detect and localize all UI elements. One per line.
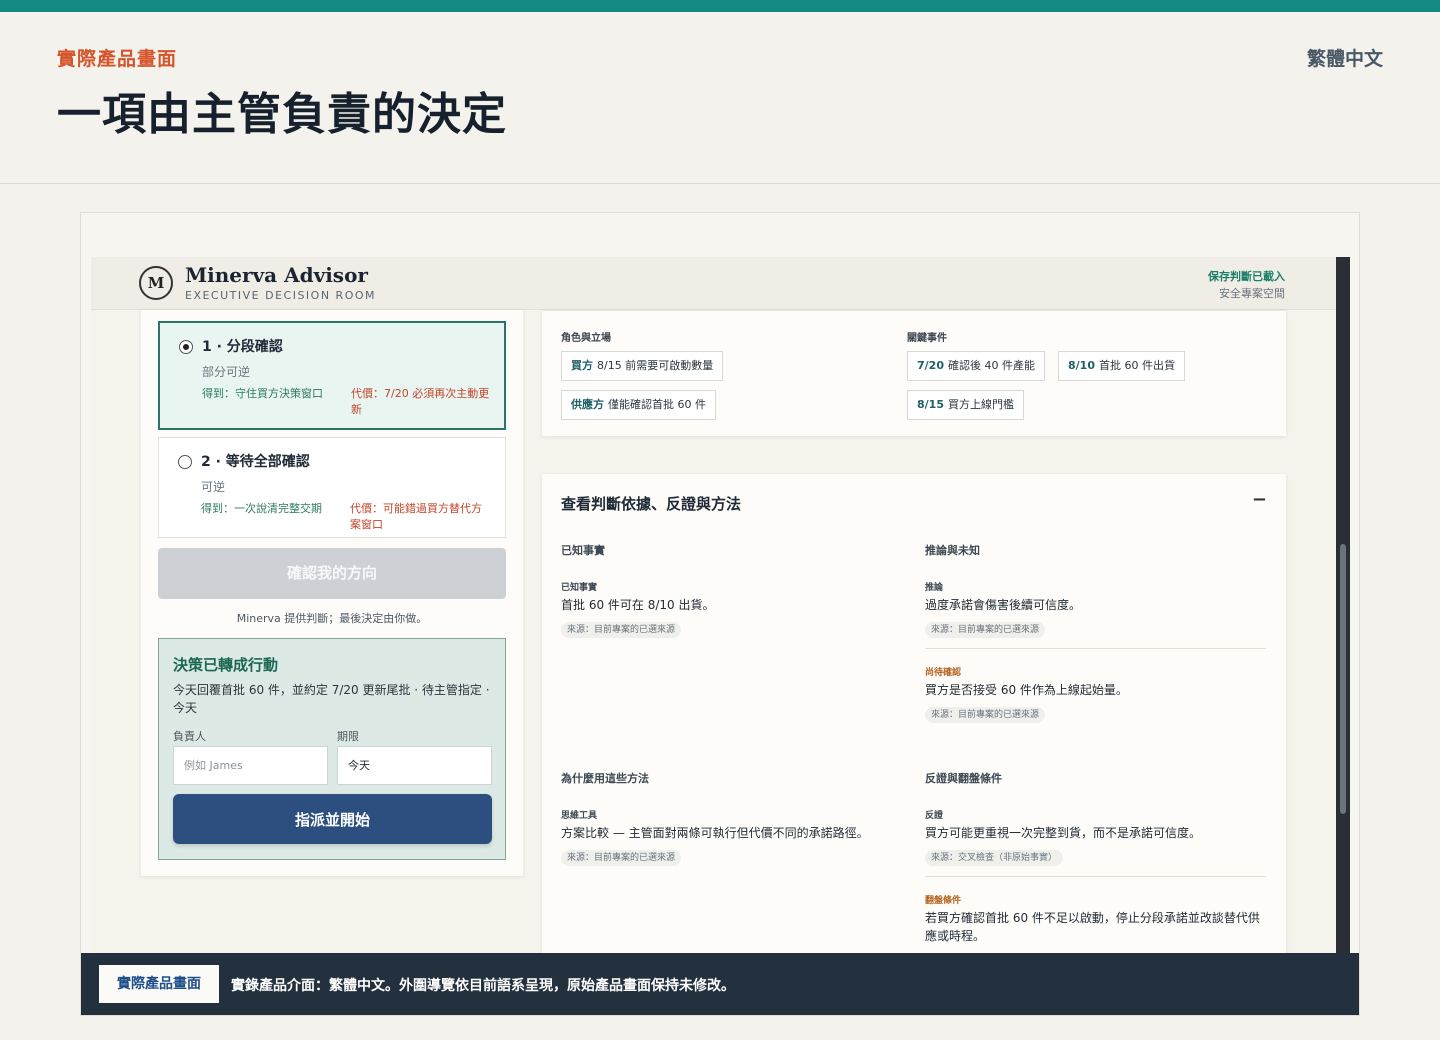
option-gain: 得到：守住買方決策窗口 xyxy=(202,387,323,400)
minerva-logo-icon: M xyxy=(139,266,173,300)
counter-text: 買方可能更重視一次完整到貨，而不是承諾可信度。 xyxy=(925,826,1202,840)
workspace-status: 安全專案空間 xyxy=(1219,287,1285,300)
item-divider xyxy=(925,648,1266,649)
app-header: M Minerva Advisor EXECUTIVE DECISION ROO… xyxy=(91,257,1337,310)
assign-start-button[interactable]: 指派並開始 xyxy=(173,794,492,844)
top-accent-bar xyxy=(0,0,1440,12)
scrollbar-thumb[interactable] xyxy=(1340,544,1346,814)
chip-date: 7/20 xyxy=(917,359,944,372)
brand-subtitle: EXECUTIVE DECISION ROOM xyxy=(185,289,377,302)
event-chip: 7/20 確認後 40 件產能 xyxy=(907,351,1045,381)
evidence-title[interactable]: 查看判斷依據、反證與方法 xyxy=(561,493,741,514)
decision-panel: 1 · 分段確認 部分可逆 得到：守住買方決策窗口 代價：7/20 必須再次主動… xyxy=(141,310,523,876)
chip-text: 僅能確認首批 60 件 xyxy=(608,398,706,411)
scrollbar[interactable] xyxy=(1336,257,1350,967)
option-card-staged[interactable]: 1 · 分段確認 部分可逆 得到：守住買方決策窗口 代價：7/20 必須再次主動… xyxy=(158,321,506,430)
option-title: 1 · 分段確認 xyxy=(202,339,283,355)
option-title: 2 · 等待全部確認 xyxy=(201,454,310,470)
source-badge: 來源：目前專案的已選來源 xyxy=(561,622,682,638)
source-badge: 來源：目前專案的已選來源 xyxy=(925,707,1046,723)
source-badge: 來源：交叉檢查（非原始事實） xyxy=(925,850,1064,866)
flip-condition-text: 若買方確認首批 60 件不足以啟動，停止分段承諾並改談替代供應或時程。 xyxy=(925,911,1260,943)
known-section-label: 已知事實 xyxy=(561,544,605,557)
pending-text: 買方是否接受 60 件作為上線起始量。 xyxy=(925,683,1128,697)
deadline-input[interactable]: 今天 xyxy=(337,746,492,785)
item-tag: 尚待確認 xyxy=(925,668,962,678)
chip-text: 首批 60 件出貨 xyxy=(1098,359,1175,372)
chip-date: 8/10 xyxy=(1068,359,1095,372)
context-card: 角色與立場 關鍵事件 買方 8/15 前需要可啟動數量 供應方 僅能確認首批 60 … xyxy=(542,310,1286,436)
chip-date: 8/15 xyxy=(917,398,944,411)
inference-text: 過度承諾會傷害後續可信度。 xyxy=(925,598,1082,612)
chip-party: 供應方 xyxy=(571,398,604,411)
known-fact-text: 首批 60 件可在 8/10 出貨。 xyxy=(561,598,715,612)
method-section-label: 為什麼用這些方法 xyxy=(561,772,649,785)
action-card: 決策已轉成行動 今天回覆首批 60 件，並約定 7/20 更新尾批 · 待主管指… xyxy=(158,638,506,860)
option-cost: 代價：可能錯過買方替代方案窗口 xyxy=(350,502,482,531)
event-chip: 8/15 買方上線門檻 xyxy=(907,390,1024,420)
evidence-card: 查看判斷依據、反證與方法 − 已知事實 推論與未知 已知事實 首批 60 件可在… xyxy=(542,474,1286,967)
chip-text: 8/15 前需要可啟動數量 xyxy=(597,359,714,372)
option-card-wait[interactable]: 2 · 等待全部確認 可逆 得到：一次說清完整交期 代價：可能錯過買方替代方案窗… xyxy=(158,437,506,538)
source-badge: 來源：目前專案的已選來源 xyxy=(925,622,1046,638)
page-title: 一項由主管負責的決定 xyxy=(57,89,507,140)
role-chip-supplier: 供應方 僅能確認首批 60 件 xyxy=(561,390,716,420)
disclaimer-text: Minerva 提供判斷；最後決定由你做。 xyxy=(236,612,428,625)
language-switcher[interactable]: 繁體中文 xyxy=(1307,44,1383,71)
item-tag: 推論 xyxy=(925,583,944,593)
counter-section-label: 反證與翻盤條件 xyxy=(925,772,1002,785)
radio-selected-icon[interactable] xyxy=(179,340,193,354)
item-divider xyxy=(925,876,1266,877)
method-text: 方案比較 — 主管面對兩條可執行但代價不同的承諾路徑。 xyxy=(561,826,869,840)
confirm-direction-button[interactable]: 確認我的方向 xyxy=(158,548,506,599)
action-title: 決策已轉成行動 xyxy=(173,656,279,674)
caption-badge: 實際產品畫面 xyxy=(99,965,219,1003)
role-chip-buyer: 買方 8/15 前需要可啟動數量 xyxy=(561,351,724,381)
owner-input[interactable] xyxy=(173,746,328,785)
page-eyebrow: 實際產品畫面 xyxy=(57,48,178,70)
chip-party: 買方 xyxy=(571,359,593,372)
source-badge: 來源：目前專案的已選來源 xyxy=(561,850,682,866)
saved-status: 保存判斷已載入 xyxy=(1208,270,1285,283)
option-reversibility: 部分可逆 xyxy=(202,365,251,379)
item-tag: 已知事實 xyxy=(561,583,598,593)
radio-unselected-icon[interactable] xyxy=(178,455,192,469)
app-window: M Minerva Advisor EXECUTIVE DECISION ROO… xyxy=(91,257,1337,967)
collapse-icon[interactable]: − xyxy=(1252,489,1267,510)
inference-section-label: 推論與未知 xyxy=(925,544,980,557)
option-cost: 代價：7/20 必須再次主動更新 xyxy=(351,387,490,416)
roles-label: 角色與立場 xyxy=(561,333,611,344)
header-divider xyxy=(0,183,1440,184)
item-tag: 思維工具 xyxy=(561,811,598,821)
caption-text: 實錄產品介面：繁體中文。外圍導覽依目前語系呈現，原始產品畫面保持未修改。 xyxy=(231,978,735,994)
screenshot-frame: M Minerva Advisor EXECUTIVE DECISION ROO… xyxy=(80,212,1360,1016)
caption-bar: 實際產品畫面 實錄產品介面：繁體中文。外圍導覽依目前語系呈現，原始產品畫面保持未… xyxy=(81,953,1359,1015)
item-tag: 反證 xyxy=(925,811,944,821)
action-description: 今天回覆首批 60 件，並約定 7/20 更新尾批 · 待主管指定 · 今天 xyxy=(173,683,490,715)
chip-text: 確認後 40 件產能 xyxy=(947,359,1035,372)
option-gain: 得到：一次說清完整交期 xyxy=(201,502,322,515)
item-tag: 翻盤條件 xyxy=(925,896,962,906)
brand-name: Minerva Advisor xyxy=(185,263,368,287)
events-label: 關鍵事件 xyxy=(907,333,947,344)
option-reversibility: 可逆 xyxy=(201,480,226,494)
event-chip: 8/10 首批 60 件出貨 xyxy=(1058,351,1185,381)
owner-label: 負責人 xyxy=(173,730,206,743)
chip-text: 買方上線門檻 xyxy=(947,398,1014,411)
deadline-label: 期限 xyxy=(337,730,359,743)
